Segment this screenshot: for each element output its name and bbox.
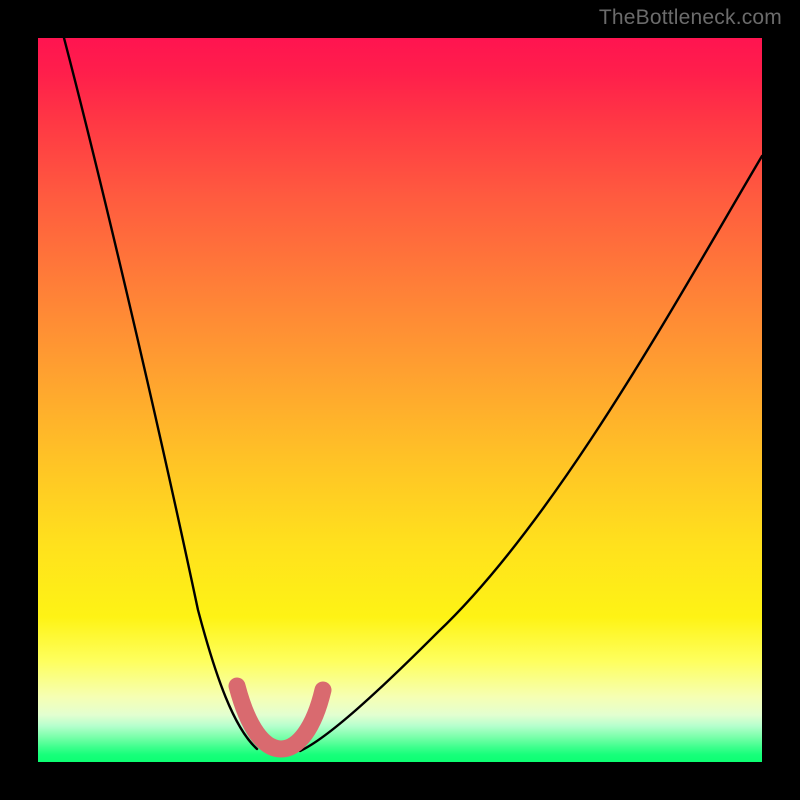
plot-area — [38, 38, 762, 762]
chart-frame: TheBottleneck.com — [0, 0, 800, 800]
left-curve — [64, 38, 257, 749]
watermark-label: TheBottleneck.com — [599, 6, 782, 30]
right-curve — [300, 156, 762, 751]
curve-overlay — [38, 38, 762, 762]
